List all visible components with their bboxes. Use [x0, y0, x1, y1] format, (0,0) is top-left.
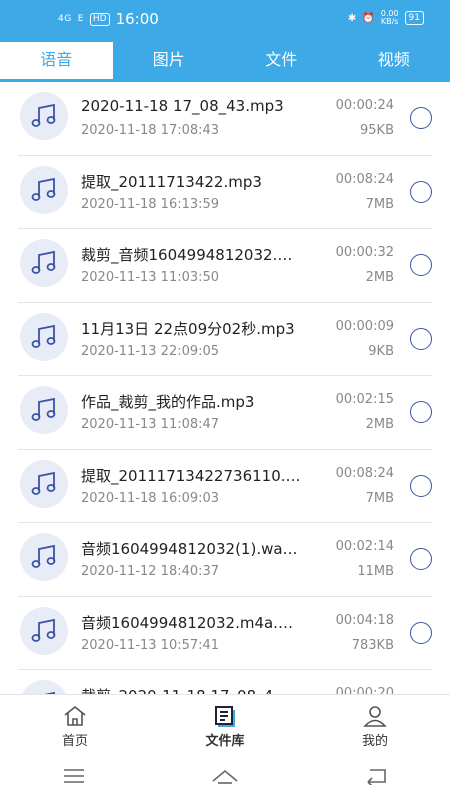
hd-badge: HD: [89, 12, 110, 26]
file-name: 裁剪_音频1604994812032.…: [81, 246, 293, 264]
file-name: 裁剪_2020-11-18 17_08_4…: [81, 685, 321, 694]
file-size: 11MB: [357, 564, 394, 579]
tab-files[interactable]: 文件: [225, 42, 338, 82]
category-tabs: 语音 图片 文件 视频: [0, 42, 450, 82]
file-list-item[interactable]: 11月13日 22点09分02秒.mp3 2020-11-13 22:09:05…: [18, 303, 432, 376]
file-size: 2MB: [365, 270, 394, 285]
network-speed: 0.00 KB/s: [380, 9, 399, 26]
select-radio[interactable]: [410, 180, 432, 203]
file-name: 提取_20111713422.mp3: [81, 172, 262, 191]
music-note-icon: [31, 471, 56, 495]
audio-file-thumbnail: [20, 312, 68, 361]
file-size: 2MB: [365, 417, 394, 432]
file-list-item[interactable]: 提取_20111713422736110.… 2020-11-18 16:09:…: [18, 450, 432, 523]
file-duration: 00:08:24: [335, 171, 394, 187]
music-note-icon: [31, 618, 56, 642]
file-date: 2020-11-12 18:40:37: [81, 564, 220, 579]
select-radio[interactable]: [410, 474, 432, 497]
status-bar: 4G E HD 16:00 ✱ ⏰ 0.00 KB/s 91: [0, 0, 450, 38]
file-duration: 00:00:09: [335, 318, 394, 334]
bluetooth-icon: ✱: [347, 12, 357, 24]
file-name: 提取_20111713422736110.…: [81, 466, 301, 485]
music-note-icon: [31, 250, 56, 274]
home-nav-icon[interactable]: [210, 767, 240, 785]
file-list: 2020-11-18 17_08_43.mp3 2020-11-18 17:08…: [0, 82, 450, 694]
file-duration: 00:00:24: [335, 98, 394, 113]
file-duration: 00:00:32: [335, 245, 394, 260]
file-size: 95KB: [360, 123, 394, 138]
file-list-item[interactable]: 裁剪_2020-11-18 17_08_4… 00:00:20: [18, 670, 432, 694]
status-time: 16:00: [115, 10, 159, 28]
audio-file-thumbnail: [20, 386, 68, 434]
home-icon: [64, 705, 86, 726]
nav-library-label: 文件库: [205, 734, 245, 749]
file-size: 9KB: [368, 343, 394, 359]
file-date: 2020-11-13 11:08:47: [81, 417, 220, 432]
file-name: 作品_裁剪_我的作品.mp3: [81, 393, 255, 411]
audio-file-thumbnail: [20, 680, 68, 694]
profile-icon: [363, 706, 387, 727]
audio-file-thumbnail: [20, 459, 68, 508]
file-size: 7MB: [365, 490, 394, 506]
network-indicator-2: E: [77, 14, 84, 24]
file-date: 2020-11-13 10:57:41: [81, 637, 220, 653]
file-date: 2020-11-18 17:08:43: [81, 123, 220, 138]
file-duration: 00:00:20: [335, 686, 394, 694]
select-radio[interactable]: [410, 621, 432, 644]
music-note-icon: [31, 103, 56, 127]
file-date: 2020-11-18 16:09:03: [81, 490, 220, 506]
select-radio[interactable]: [410, 327, 432, 350]
select-radio[interactable]: [410, 107, 432, 129]
audio-file-thumbnail: [20, 533, 68, 581]
file-duration: 00:02:14: [335, 539, 394, 554]
nav-home[interactable]: 首页: [0, 695, 150, 753]
file-duration: 00:08:24: [335, 465, 394, 481]
file-size: 783KB: [351, 637, 394, 653]
file-list-item[interactable]: 作品_裁剪_我的作品.mp3 2020-11-13 11:08:47 00:02…: [18, 376, 432, 450]
audio-file-thumbnail: [20, 92, 68, 140]
music-note-icon: [31, 177, 56, 201]
nav-profile[interactable]: 我的: [300, 695, 450, 753]
tab-videos[interactable]: 视频: [338, 42, 450, 82]
select-radio[interactable]: [410, 548, 432, 570]
alarm-icon: ⏰: [362, 12, 375, 24]
file-size: 7MB: [365, 196, 394, 212]
music-note-icon: [31, 324, 56, 348]
file-date: 2020-11-18 16:13:59: [81, 196, 220, 212]
file-duration: 00:04:18: [335, 612, 394, 628]
back-icon[interactable]: [364, 767, 388, 785]
audio-file-thumbnail: [20, 165, 68, 214]
library-icon: [215, 706, 235, 727]
music-note-icon: [31, 544, 56, 568]
audio-file-thumbnail: [20, 606, 68, 655]
file-name: 音频1604994812032(1).wa…: [81, 540, 298, 558]
file-list-item[interactable]: 2020-11-18 17_08_43.mp3 2020-11-18 17:08…: [18, 82, 432, 156]
menu-icon[interactable]: [62, 768, 86, 784]
file-name: 音频1604994812032.m4a.…: [81, 613, 293, 632]
nav-profile-label: 我的: [361, 734, 388, 749]
file-duration: 00:02:15: [335, 392, 394, 407]
file-list-item[interactable]: 提取_20111713422.mp3 2020-11-18 16:13:59 0…: [18, 156, 432, 229]
tab-images[interactable]: 图片: [113, 42, 226, 82]
battery-indicator: 91: [404, 11, 424, 25]
select-radio[interactable]: [410, 401, 432, 423]
file-name: 2020-11-18 17_08_43.mp3: [81, 97, 284, 115]
tab-audio[interactable]: 语音: [0, 42, 113, 82]
file-date: 2020-11-13 11:03:50: [81, 270, 220, 285]
nav-home-label: 首页: [61, 734, 88, 749]
file-list-item[interactable]: 音频1604994812032(1).wa… 2020-11-12 18:40:…: [18, 523, 432, 597]
audio-file-thumbnail: [20, 239, 68, 287]
nav-library[interactable]: 文件库: [150, 695, 300, 753]
file-date: 2020-11-13 22:09:05: [81, 343, 220, 359]
select-radio[interactable]: [410, 254, 432, 276]
bottom-nav: 首页 文件库 我的: [0, 694, 450, 753]
app-header: 4G E HD 16:00 ✱ ⏰ 0.00 KB/s 91 语音 图片 文件 …: [0, 0, 450, 82]
file-list-item[interactable]: 音频1604994812032.m4a.… 2020-11-13 10:57:4…: [18, 597, 432, 670]
file-list-item[interactable]: 裁剪_音频1604994812032.… 2020-11-13 11:03:50…: [18, 229, 432, 303]
network-indicator: 4G: [58, 14, 72, 24]
music-note-icon: [31, 397, 56, 421]
file-name: 11月13日 22点09分02秒.mp3: [81, 319, 295, 338]
system-nav-bar: [0, 752, 450, 800]
